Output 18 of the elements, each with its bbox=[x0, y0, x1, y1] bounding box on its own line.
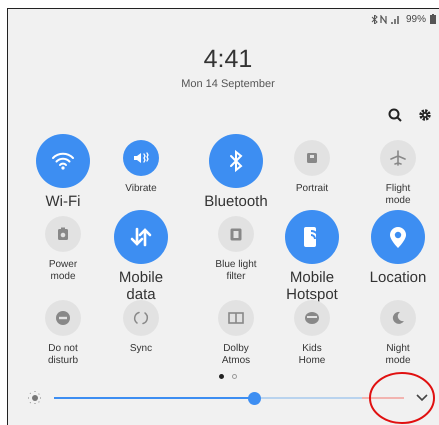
toggle-label: Do not disturb bbox=[46, 343, 79, 366]
toggle-label: Mobile data bbox=[118, 270, 164, 303]
toggle-label: Portrait bbox=[296, 183, 328, 194]
toggle-label: Blue light filter bbox=[214, 259, 258, 282]
toggle-label: Wi-Fi bbox=[46, 194, 80, 210]
toggle-label: Power mode bbox=[48, 259, 78, 282]
toggle-label: Dolby Atmos bbox=[220, 343, 252, 366]
toggle-label: Night mode bbox=[384, 343, 412, 366]
toggle-label: Kids Home bbox=[298, 343, 326, 366]
toggle-label: Flight mode bbox=[384, 183, 412, 206]
clock-time: 4:41 bbox=[204, 45, 252, 74]
clock-date: Mon 14 September bbox=[181, 78, 275, 90]
toggle-label: Vibrate bbox=[125, 183, 157, 194]
toggle-label: Mobile Hotspot bbox=[285, 270, 339, 303]
battery-percentage: 99% bbox=[406, 14, 426, 24]
toggle-label: Sync bbox=[130, 343, 152, 354]
toggle-label: Bluetooth bbox=[204, 194, 268, 210]
toggle-label: Location bbox=[370, 270, 426, 286]
